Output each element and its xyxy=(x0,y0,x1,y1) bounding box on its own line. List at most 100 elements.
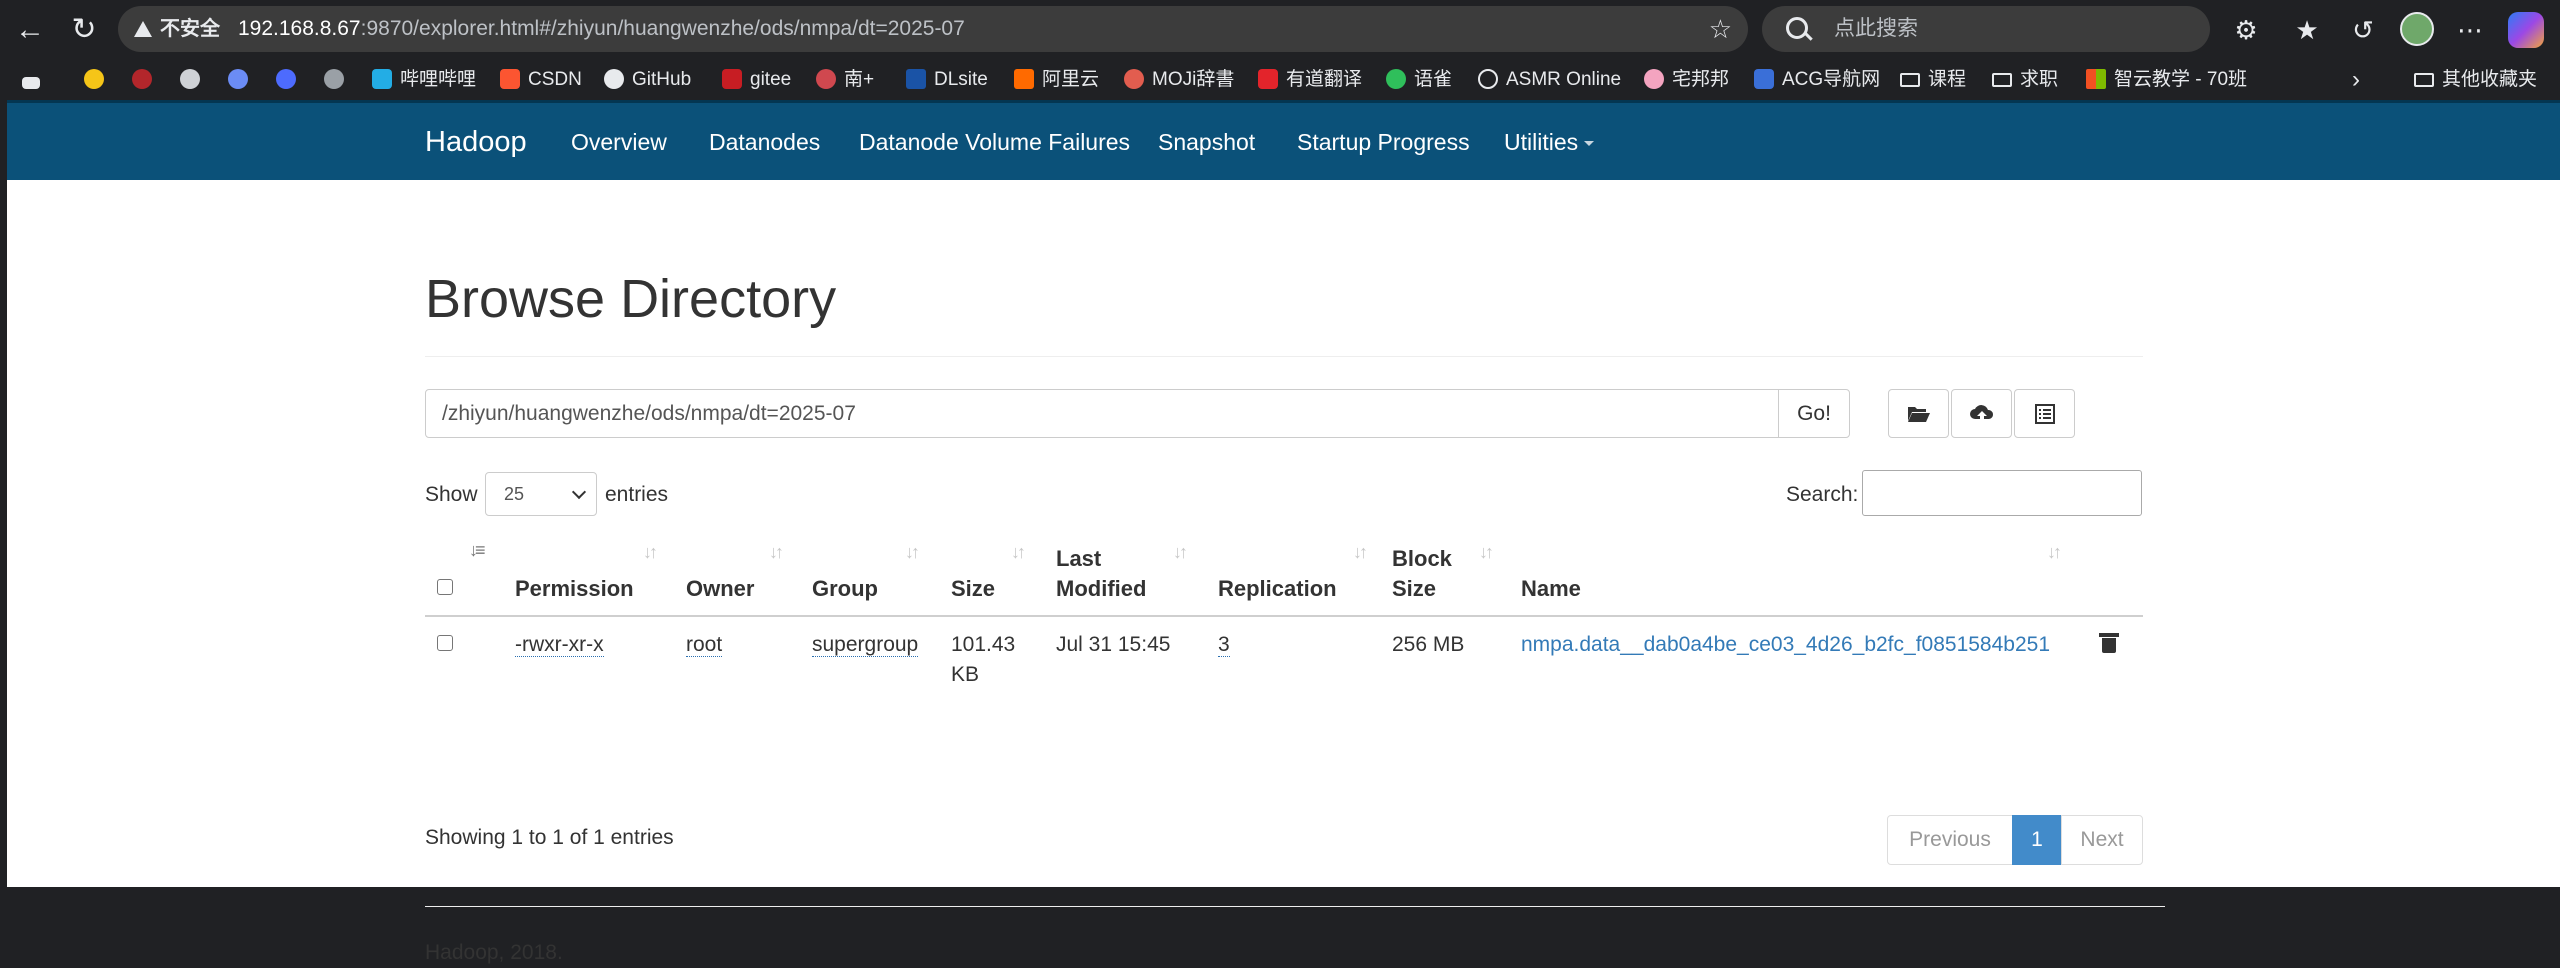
header-last-modified[interactable]: Last Modified xyxy=(1056,544,1146,604)
cell-size: 101.43 KB xyxy=(951,633,1016,686)
go-button[interactable]: Go! xyxy=(1778,389,1850,438)
bookmark-acg[interactable]: ACG导航网 xyxy=(1754,60,1880,100)
security-warning[interactable]: 不安全 xyxy=(134,6,220,52)
cell-owner[interactable]: root xyxy=(686,630,723,660)
browser-search-box[interactable]: 点此搜索 xyxy=(1762,6,2210,52)
sort-icon[interactable]: ↓↑ xyxy=(1479,542,1494,563)
refresh-icon[interactable]: ↻ xyxy=(66,12,102,48)
brand-link[interactable]: Hadoop xyxy=(425,103,527,181)
favorites-icon[interactable]: ★ xyxy=(2287,10,2327,50)
star-icon[interactable]: ☆ xyxy=(1709,6,1732,52)
globe-icon xyxy=(1478,69,1498,89)
cell-permission[interactable]: -rwxr-xr-x xyxy=(515,630,604,660)
sort-icon[interactable]: ↓↑ xyxy=(643,542,658,563)
select-all-checkbox[interactable] xyxy=(437,579,453,595)
page-content: Hadoop Overview Datanodes Datanode Volum… xyxy=(7,100,2560,964)
sort-icon[interactable]: ↓↑ xyxy=(905,542,920,563)
back-arrow-icon[interactable]: ← xyxy=(12,12,48,48)
page-1-button[interactable]: 1 xyxy=(2012,815,2062,865)
previous-button[interactable]: Previous xyxy=(1887,815,2013,865)
sort-icon[interactable]: ↓↑ xyxy=(1173,542,1188,563)
openai-icon[interactable] xyxy=(180,60,208,100)
bookmark-moji[interactable]: MOJi辞書 xyxy=(1124,60,1234,100)
header-size[interactable]: Size xyxy=(951,574,995,604)
nav-datanodes[interactable]: Datanodes xyxy=(709,103,820,181)
file-name-link[interactable]: nmpa.data__dab0a4be_ce03_4d26_b2fc_f0851… xyxy=(1521,630,2050,660)
entries-label: entries xyxy=(605,483,669,506)
directory-path-input[interactable]: /zhiyun/huangwenzhe/ods/nmpa/dt=2025-07 xyxy=(425,389,1779,438)
copilot-icon[interactable] xyxy=(2508,12,2544,48)
url-text[interactable]: 192.168.8.67:9870/explorer.html#/zhiyun/… xyxy=(238,6,965,52)
search-icon xyxy=(1786,17,1808,39)
bookmark-aliyun[interactable]: 阿里云 xyxy=(1014,60,1099,100)
bookmark-github[interactable]: GitHub xyxy=(604,60,691,100)
trash-lid xyxy=(2099,633,2119,637)
create-directory-button[interactable] xyxy=(1888,389,1949,438)
bookmark-csdn[interactable]: CSDN xyxy=(500,60,582,100)
bookmark-bilibili[interactable]: 哔哩哔哩 xyxy=(372,60,476,100)
bookmark-asmr[interactable]: ASMR Online xyxy=(1478,60,1621,100)
more-dots-icon[interactable]: ⋯ xyxy=(2450,10,2490,50)
upload-button[interactable] xyxy=(1951,389,2012,438)
footer-divider xyxy=(425,906,2165,907)
sort-icon[interactable]: ↓↑ xyxy=(769,542,784,563)
table-info: Showing 1 to 1 of 1 entries xyxy=(425,826,674,849)
csdn-icon xyxy=(500,69,520,89)
bookmark-folder-courses[interactable]: 课程 xyxy=(1900,60,1966,100)
cut-paste-button[interactable] xyxy=(2014,389,2075,438)
sort-asc-icon[interactable]: ↓≡ xyxy=(469,540,485,561)
header-owner[interactable]: Owner xyxy=(686,574,754,604)
bookmark-youdao[interactable]: 有道翻译 xyxy=(1258,60,1362,100)
nav-snapshot[interactable]: Snapshot xyxy=(1158,103,1255,181)
chevron-right-icon[interactable]: › xyxy=(2352,60,2360,100)
page-size-select[interactable]: 25 xyxy=(485,472,597,516)
show-label: Show xyxy=(425,483,478,506)
footer-text: Hadoop, 2018. xyxy=(425,941,563,964)
zhiyun-icon xyxy=(2086,69,2106,89)
youdao-icon xyxy=(1258,69,1278,89)
address-bar[interactable]: 不安全 192.168.8.67:9870/explorer.html#/zhi… xyxy=(118,6,1748,52)
trash-can xyxy=(2102,638,2116,653)
bookmark-zhiyun[interactable]: 智云教学 - 70班 xyxy=(2086,60,2247,100)
profile-avatar[interactable] xyxy=(2400,12,2434,46)
header-name[interactable]: Name xyxy=(1521,574,1581,604)
cell-replication[interactable]: 3 xyxy=(1218,630,1230,660)
history-icon[interactable]: ↺ xyxy=(2343,10,2383,50)
hadoop-navbar: Hadoop Overview Datanodes Datanode Volum… xyxy=(7,100,2560,180)
search-label: Search: xyxy=(1786,483,1859,506)
reading-list-icon[interactable] xyxy=(22,60,48,100)
nav-startup-progress[interactable]: Startup Progress xyxy=(1297,103,1470,181)
acg-icon xyxy=(1754,69,1774,89)
table-search-input[interactable] xyxy=(1862,470,2142,516)
red-bookmark-icon[interactable] xyxy=(132,60,160,100)
row-checkbox[interactable] xyxy=(437,635,453,651)
cell-group[interactable]: supergroup xyxy=(812,630,919,660)
header-permission[interactable]: Permission xyxy=(515,574,634,604)
puzzle-icon[interactable]: ⚙ xyxy=(2226,10,2266,50)
trash-icon[interactable] xyxy=(2099,633,2119,653)
emoji-bookmark-icon[interactable] xyxy=(84,60,112,100)
bookmark-dlsite[interactable]: DLsite xyxy=(906,60,988,100)
header-replication[interactable]: Replication xyxy=(1218,574,1337,604)
avatar-bookmark-icon[interactable] xyxy=(324,60,352,100)
bookmark-zhaibangbang[interactable]: 宅邦邦 xyxy=(1644,60,1729,100)
copilot-bookmark-icon[interactable] xyxy=(228,60,256,100)
sort-icon[interactable]: ↓↑ xyxy=(2047,542,2062,563)
folder-icon xyxy=(2414,73,2434,87)
header-block-size[interactable]: Block Size xyxy=(1392,544,1452,604)
bookmark-gitee[interactable]: gitee xyxy=(722,60,791,100)
sort-icon[interactable]: ↓↑ xyxy=(1353,542,1368,563)
caret-down-icon xyxy=(1584,141,1595,146)
bookmark-yuque[interactable]: 语雀 xyxy=(1386,60,1452,100)
bookmark-folder-other[interactable]: 其他收藏夹 xyxy=(2414,60,2537,100)
nav-volume-failures[interactable]: Datanode Volume Failures xyxy=(859,103,1130,181)
sort-icon[interactable]: ↓↑ xyxy=(1011,542,1026,563)
deepseek-icon[interactable] xyxy=(276,60,304,100)
bookmark-folder-jobs[interactable]: 求职 xyxy=(1992,60,2058,100)
nav-overview[interactable]: Overview xyxy=(571,103,667,181)
header-group[interactable]: Group xyxy=(812,574,878,604)
next-button[interactable]: Next xyxy=(2061,815,2143,865)
cloud-upload-icon xyxy=(1969,405,1993,422)
nav-utilities[interactable]: Utilities xyxy=(1504,103,1595,181)
bookmark-nanplus[interactable]: 南+ xyxy=(816,60,874,100)
